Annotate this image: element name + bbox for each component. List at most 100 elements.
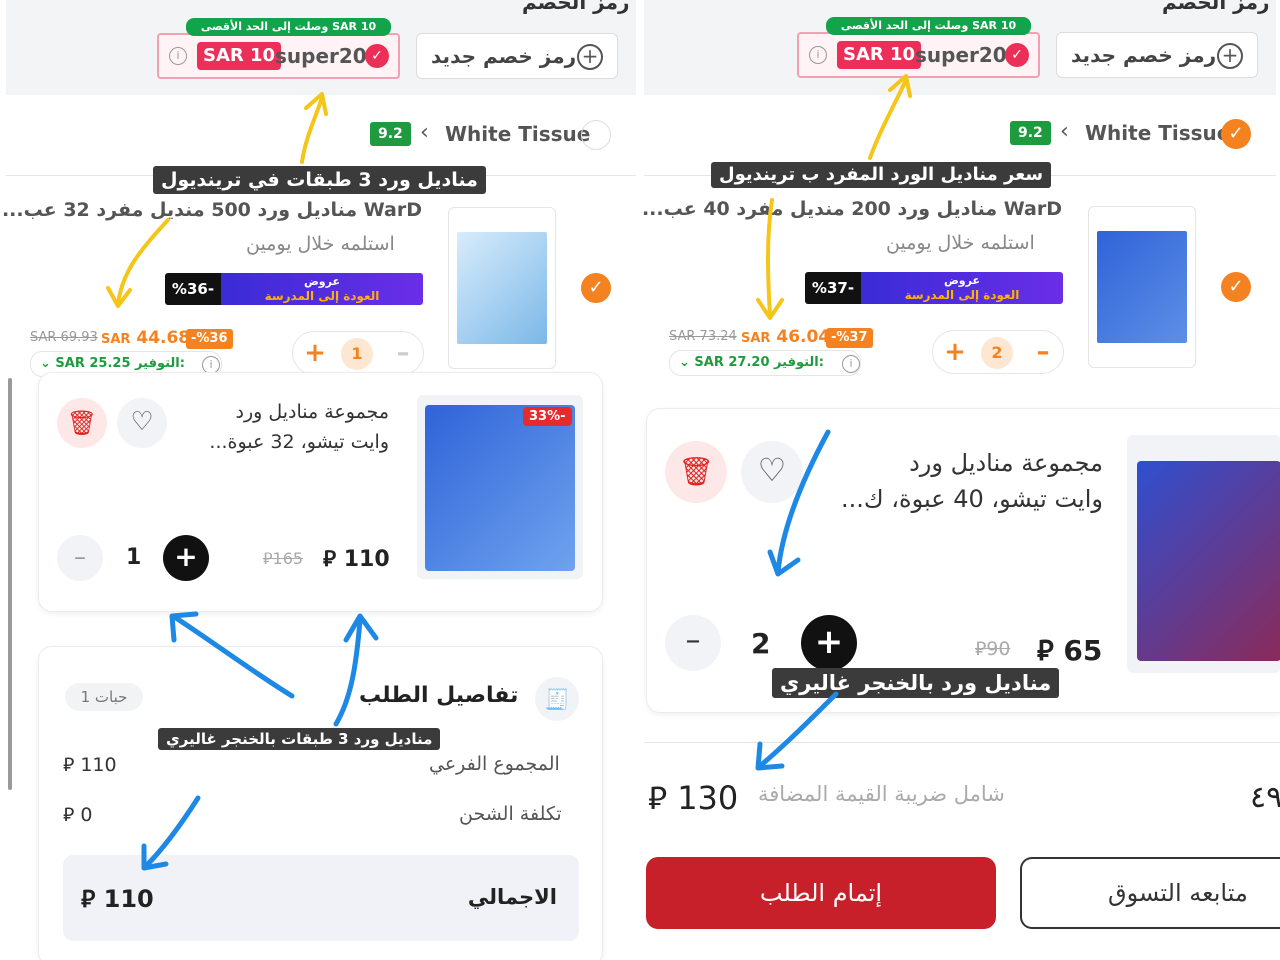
- info-icon[interactable]: i: [842, 355, 860, 373]
- promo-banner: %37- عروض العودة إلى المدرسة: [805, 272, 1063, 304]
- check-icon: ✓: [365, 44, 389, 68]
- info-icon[interactable]: i: [809, 46, 827, 64]
- check-icon: ✓: [1005, 43, 1029, 67]
- checkout-button[interactable]: إتمام الطلب: [646, 857, 996, 929]
- subtotal-label: المجموع الفرعي: [429, 753, 560, 775]
- discount-badge: -%36: [186, 329, 233, 349]
- saving-label: التوفير:: [774, 355, 824, 370]
- saving-text: ⌄ SAR 25.25 التوفير:: [40, 356, 185, 371]
- minus-icon[interactable]: –: [1023, 331, 1063, 375]
- coupon-amount: SAR 10: [197, 42, 282, 70]
- promo-banner: %36- عروض العودة إلى المدرسة: [165, 273, 423, 305]
- annotation-label: مناديل ورد 3 طبقات في ترينديول: [153, 166, 486, 194]
- discount-badge: -%37: [826, 328, 873, 348]
- applied-coupon[interactable]: i SAR 10 super20 ✓: [157, 33, 400, 79]
- plus-icon[interactable]: +: [295, 332, 335, 376]
- coupon-max-badge: وصلت إلى الحد الأقصى SAR 10: [826, 17, 1031, 35]
- store-name[interactable]: White Tissue: [445, 122, 590, 146]
- coupon-max-badge: وصلت إلى الحد الأقصى SAR 10: [186, 18, 391, 36]
- old-price: SAR 73.24: [669, 329, 737, 344]
- heart-icon[interactable]: ♡: [741, 441, 803, 503]
- new-price: SAR 46.04: [741, 327, 830, 347]
- applied-coupon[interactable]: i SAR 10 super20 ✓: [797, 32, 1040, 78]
- coupon-code: super20: [275, 44, 367, 68]
- cart-item-qty: 2: [751, 627, 771, 660]
- product-checked-icon[interactable]: ✓: [1221, 272, 1251, 302]
- total-value: ⃁ 130: [648, 776, 738, 818]
- riyal-icon: ⃁: [975, 638, 987, 660]
- tissue-pack-image: [457, 232, 547, 344]
- panel-divider: [636, 0, 644, 960]
- quantity-value: 1: [341, 338, 373, 370]
- price-value: 44.68: [136, 328, 191, 348]
- store-rating: 9.2: [370, 122, 411, 146]
- plus-icon[interactable]: +: [935, 331, 975, 375]
- cart-item-title[interactable]: مجموعة مناديل ورد وايت تيشو، 32 عبوة...: [179, 397, 389, 457]
- cart-item-price: ⃁ 110: [323, 545, 390, 573]
- new-coupon-button[interactable]: رمز خصم جديد +: [416, 33, 618, 79]
- plus-icon[interactable]: +: [163, 535, 209, 581]
- product-checked-icon[interactable]: ✓: [581, 273, 611, 303]
- old-price-value: 165: [272, 549, 304, 568]
- total-row: الاجمالي ⃁ 110: [63, 855, 579, 941]
- delivery-text: استلمه خلال يومين: [246, 233, 395, 255]
- scrollbar[interactable]: [8, 378, 12, 790]
- riyal-icon: ⃁: [648, 779, 668, 817]
- saving-value: SAR 27.20: [694, 355, 770, 370]
- total-value: ⃁ 110: [81, 883, 154, 914]
- store-checked-icon[interactable]: ✓: [1221, 119, 1251, 149]
- subtotal-value: ⃁ 110: [63, 753, 117, 777]
- info-icon[interactable]: i: [169, 47, 187, 65]
- plus-circle-icon: +: [1217, 43, 1243, 69]
- tissue-pack-image: [1137, 461, 1280, 661]
- promo-label: عروض العودة إلى المدرسة: [221, 273, 423, 305]
- trash-icon[interactable]: 🗑: [57, 398, 107, 448]
- cart-item-title[interactable]: مجموعة مناديل ورد وايت تيشو، 40 عبوة، ك.…: [807, 445, 1103, 517]
- promo-top-text: عروض: [304, 275, 340, 288]
- minus-icon[interactable]: –: [383, 332, 423, 376]
- cart-item-old-price: ⃁90: [975, 637, 1010, 661]
- total-amount: 130: [677, 779, 739, 817]
- continue-shopping-button[interactable]: متابعه التسوق: [1020, 857, 1280, 929]
- quantity-stepper[interactable]: + 1 –: [292, 331, 424, 375]
- product-title[interactable]: WarD مناديل ورد 500 منديل مفرد 32 عب...: [2, 199, 422, 221]
- tissue-pack-image: [425, 405, 575, 571]
- product-image[interactable]: [1088, 206, 1196, 368]
- chevron-left-icon[interactable]: ‹: [1060, 119, 1069, 144]
- product-image[interactable]: [448, 207, 556, 369]
- riyal-icon: ⃁: [81, 885, 96, 913]
- promo-label: عروض العودة إلى المدرسة: [861, 272, 1063, 304]
- quantity-stepper[interactable]: + 2 –: [932, 330, 1064, 374]
- new-coupon-label: رمز خصم جديد: [431, 44, 577, 68]
- annotation-label: مناديل ورد بالخنجر غاليري: [772, 668, 1060, 698]
- vat-note: شامل ضريبة القيمة المضافة: [758, 782, 1005, 806]
- price-value: 46.04: [776, 327, 831, 347]
- cart-item-image[interactable]: [1127, 435, 1280, 673]
- minus-icon[interactable]: –: [57, 535, 103, 581]
- new-coupon-label: رمز خصم جديد: [1071, 43, 1217, 67]
- price-value: 65: [1063, 634, 1103, 667]
- trash-icon[interactable]: 🗑: [665, 441, 727, 503]
- store-select-radio[interactable]: [581, 120, 611, 150]
- beans-count: 1 حبات: [65, 683, 143, 711]
- cart-item-image[interactable]: 33%-: [417, 395, 583, 579]
- plus-icon[interactable]: +: [801, 615, 857, 671]
- section-title-cut: رمز الخصم: [1162, 0, 1270, 14]
- riyal-icon: ⃁: [63, 804, 75, 826]
- total-amount: 110: [103, 885, 154, 913]
- heart-icon[interactable]: ♡: [117, 398, 167, 448]
- chevron-left-icon[interactable]: ‹: [420, 120, 429, 145]
- shipping-amount: 0: [80, 804, 93, 826]
- cart-item-title-line1: مجموعة مناديل ورد: [235, 401, 390, 423]
- section-title-cut: رمز الخصم: [522, 0, 630, 14]
- continue-shopping-label: متابعه التسوق: [1108, 879, 1248, 907]
- cart-item-old-price: ⃁165: [263, 549, 303, 569]
- coupon-amount: SAR 10: [837, 41, 922, 69]
- minus-icon[interactable]: –: [665, 615, 721, 671]
- product-title[interactable]: WarD مناديل ورد 200 منديل مفرد 40 عب...: [642, 198, 1062, 220]
- new-coupon-button[interactable]: رمز خصم جديد +: [1056, 32, 1258, 78]
- saving-label: التوفير:: [135, 356, 185, 371]
- store-name[interactable]: White Tissue: [1085, 121, 1230, 145]
- cart-item-qty: 1: [126, 545, 142, 570]
- riyal-icon: ⃁: [323, 547, 337, 572]
